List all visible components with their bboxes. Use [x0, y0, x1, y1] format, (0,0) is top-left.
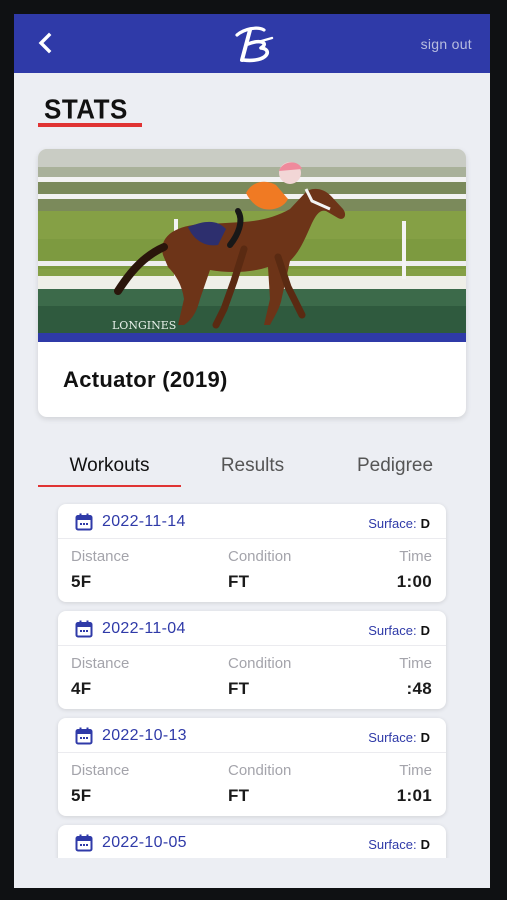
surface-field: Surface: D [368, 730, 430, 745]
surface-field: Surface: D [368, 837, 430, 852]
time-label: Time [399, 762, 432, 779]
condition-label: Condition [228, 548, 292, 565]
calendar-icon [75, 513, 93, 531]
calendar-icon [75, 727, 93, 745]
surface-value: D [420, 516, 430, 531]
photo-stripe [38, 333, 466, 342]
tab-label: Workouts [69, 455, 150, 476]
workout-header: 2022-10-05 Surface: D [58, 825, 446, 858]
tab-label: Pedigree [356, 455, 434, 476]
surface-field: Surface: D [368, 516, 430, 531]
workout-card[interactable]: 2022-11-04 Surface: D Distance Condition … [58, 611, 446, 709]
tab-label: Results [220, 455, 285, 476]
condition-label: Condition [228, 762, 292, 779]
workout-header: 2022-11-14 Surface: D [58, 504, 446, 539]
photo-sign-text: LONGINES [112, 319, 176, 332]
workout-date: 2022-10-05 [102, 834, 187, 851]
distance-label: Distance [71, 762, 130, 779]
chevron-left-icon [38, 32, 52, 54]
workout-header: 2022-11-04 Surface: D [58, 611, 446, 646]
condition-value: FT [228, 679, 250, 698]
surface-value: D [420, 730, 430, 745]
workout-card[interactable]: 2022-10-13 Surface: D Distance Condition … [58, 718, 446, 816]
calendar-icon [75, 620, 93, 638]
workout-header: 2022-10-13 Surface: D [58, 718, 446, 753]
time-label: Time [399, 548, 432, 565]
active-tab-indicator [38, 485, 181, 487]
distance-label: Distance [71, 548, 130, 565]
time-label: Time [399, 655, 432, 672]
horse-name: Actuator (2019) [63, 367, 228, 392]
time-value: 1:01 [396, 786, 432, 805]
horse-card: LONGINES Actuator (2019) [38, 149, 466, 417]
title-underline [38, 123, 142, 127]
surface-label: Surface: [368, 837, 417, 852]
surface-field: Surface: D [368, 623, 430, 638]
condition-label: Condition [228, 655, 292, 672]
condition-value: FT [228, 786, 250, 805]
calendar-icon [75, 834, 93, 852]
time-value: 1:00 [396, 572, 432, 591]
workout-date: 2022-11-14 [102, 513, 186, 530]
horse-photo: LONGINES [38, 149, 466, 339]
surface-value: D [420, 623, 430, 638]
sign-out-link[interactable]: sign out [421, 36, 472, 52]
surface-label: Surface: [368, 516, 417, 531]
workout-date: 2022-11-04 [102, 620, 186, 637]
distance-value: 5F [71, 572, 92, 591]
workout-list[interactable]: 2022-11-14 Surface: D Distance Condition … [14, 502, 490, 858]
distance-value: 5F [71, 786, 92, 805]
workout-date: 2022-10-13 [102, 727, 187, 744]
tab-workouts[interactable]: Workouts [38, 444, 181, 488]
page-title: STATS [44, 92, 128, 126]
tab-results[interactable]: Results [181, 444, 324, 488]
app-header: sign out [14, 14, 490, 73]
app-screen: sign out STATS LONGINES Actuator (2019) … [14, 14, 490, 888]
workout-card[interactable]: 2022-10-05 Surface: D [58, 825, 446, 858]
tab-bar: Workouts Results Pedigree [38, 444, 466, 489]
distance-label: Distance [71, 655, 130, 672]
tab-pedigree[interactable]: Pedigree [324, 444, 466, 488]
surface-label: Surface: [368, 623, 417, 638]
distance-value: 4F [71, 679, 92, 698]
brand-b-logo [235, 26, 274, 63]
condition-value: FT [228, 572, 250, 591]
surface-value: D [420, 837, 430, 852]
time-value: :48 [406, 679, 432, 698]
surface-label: Surface: [368, 730, 417, 745]
back-button[interactable] [32, 30, 58, 56]
workout-card[interactable]: 2022-11-14 Surface: D Distance Condition … [58, 504, 446, 602]
